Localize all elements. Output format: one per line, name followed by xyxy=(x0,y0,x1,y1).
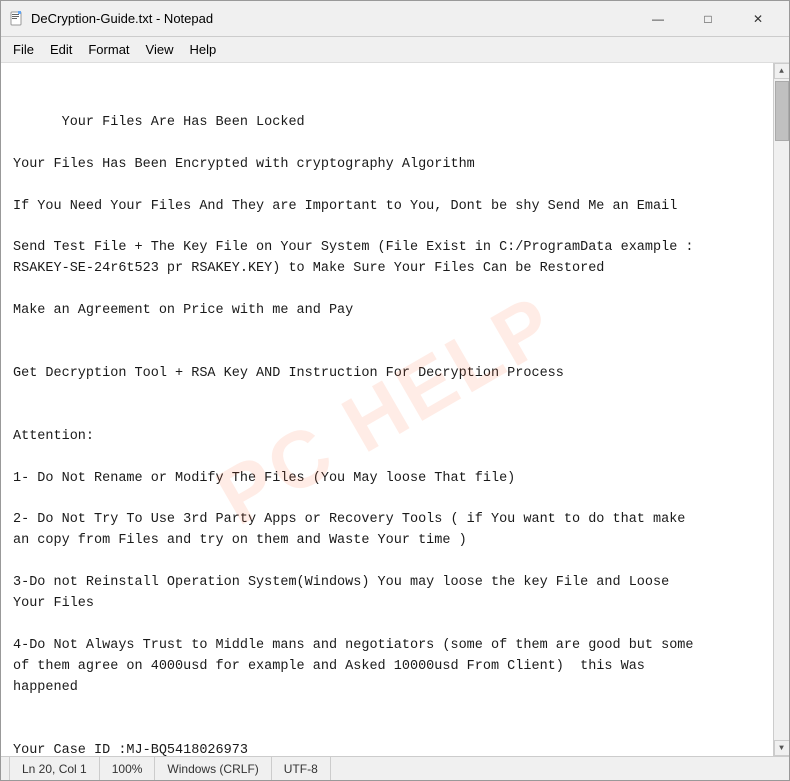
maximize-button[interactable]: □ xyxy=(685,5,731,33)
minimize-button[interactable]: — xyxy=(635,5,681,33)
window-controls: — □ ✕ xyxy=(635,5,781,33)
vertical-scrollbar: ▲ ▼ xyxy=(773,63,789,756)
title-bar-left: DeCryption-Guide.txt - Notepad xyxy=(9,11,213,27)
menu-edit[interactable]: Edit xyxy=(42,39,80,61)
editor-text: Your Files Are Has Been Locked Your File… xyxy=(13,115,694,756)
scroll-up-button[interactable]: ▲ xyxy=(774,63,790,79)
line-endings: Windows (CRLF) xyxy=(155,757,271,780)
cursor-position: Ln 20, Col 1 xyxy=(9,757,100,780)
menu-help[interactable]: Help xyxy=(181,39,224,61)
scroll-thumb[interactable] xyxy=(775,81,789,141)
content-area: PC HELP Your Files Are Has Been Locked Y… xyxy=(1,63,789,756)
menu-file[interactable]: File xyxy=(5,39,42,61)
title-bar: DeCryption-Guide.txt - Notepad — □ ✕ xyxy=(1,1,789,37)
window-title: DeCryption-Guide.txt - Notepad xyxy=(31,11,213,26)
scroll-track[interactable] xyxy=(774,79,789,740)
zoom-level: 100% xyxy=(100,757,156,780)
encoding: UTF-8 xyxy=(272,757,331,780)
text-editor[interactable]: PC HELP Your Files Are Has Been Locked Y… xyxy=(1,63,773,756)
close-button[interactable]: ✕ xyxy=(735,5,781,33)
notepad-window: DeCryption-Guide.txt - Notepad — □ ✕ Fil… xyxy=(0,0,790,781)
menu-format[interactable]: Format xyxy=(80,39,137,61)
notepad-icon xyxy=(9,11,25,27)
scroll-down-button[interactable]: ▼ xyxy=(774,740,790,756)
status-bar: Ln 20, Col 1 100% Windows (CRLF) UTF-8 xyxy=(1,756,789,780)
menu-view[interactable]: View xyxy=(138,39,182,61)
menu-bar: File Edit Format View Help xyxy=(1,37,789,63)
